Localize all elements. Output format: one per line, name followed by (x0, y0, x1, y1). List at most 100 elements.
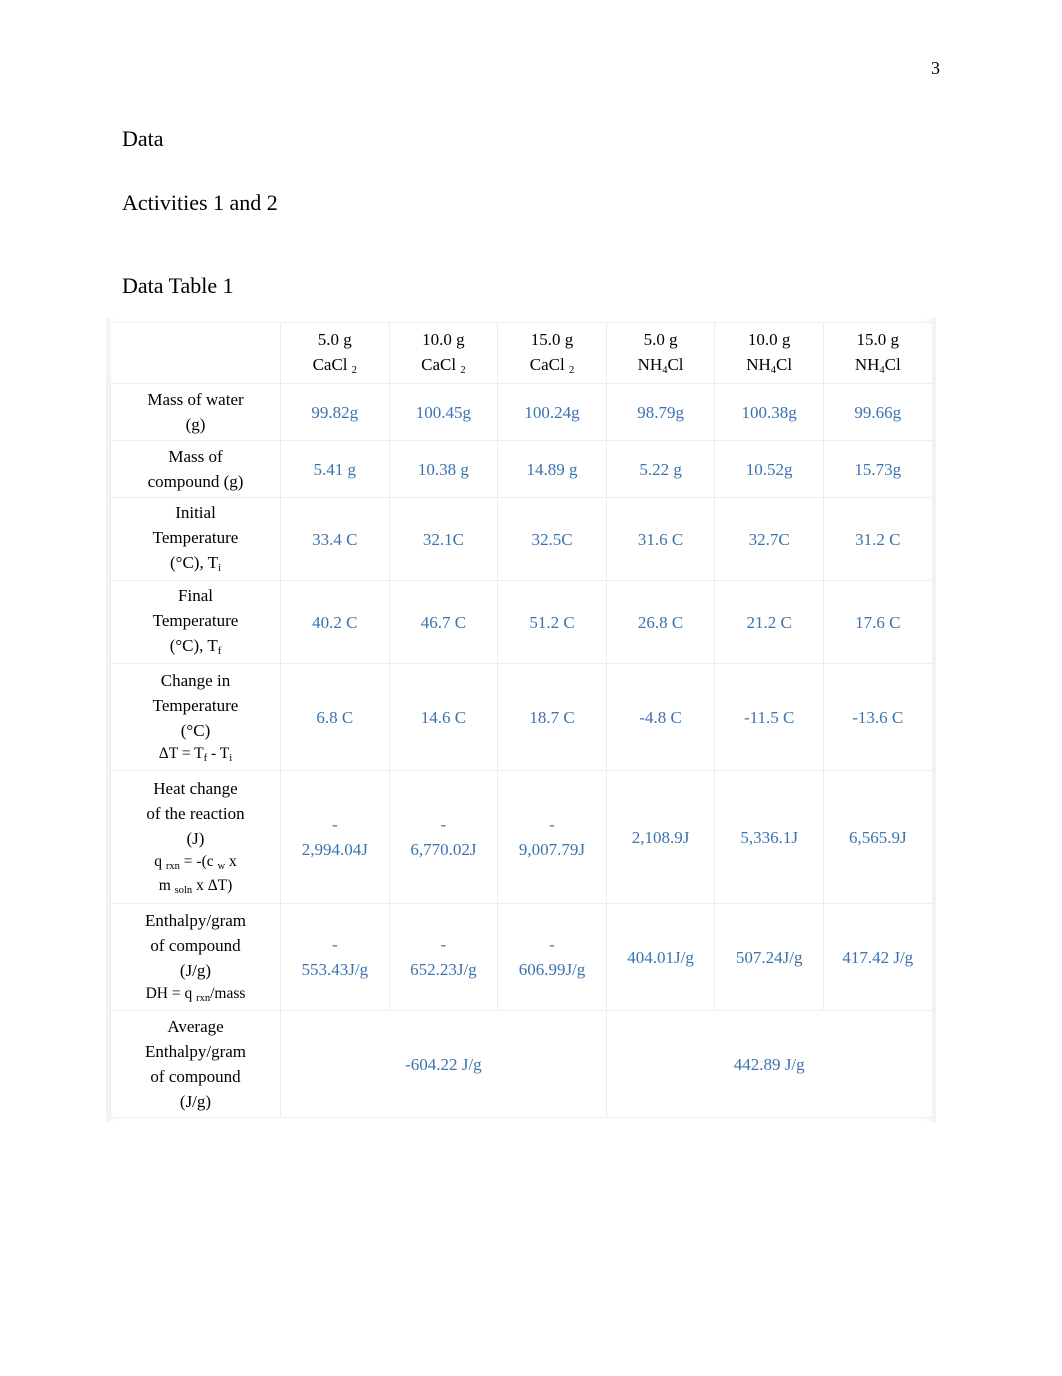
column-header-cacl2-5g: 5.0 g CaCl 2 (280, 322, 390, 384)
subscript-i: i (218, 563, 221, 575)
table-row-average-enthalpy: Average Enthalpy/gram of compound (J/g) … (110, 1010, 933, 1118)
header-subscript: 4 (662, 364, 668, 376)
cell-value: 31.2 C (822, 497, 933, 581)
row-label-line: Mass of (168, 447, 223, 466)
row-label-line: of the reaction (146, 803, 245, 823)
cell-value: 51.2 C (497, 580, 607, 664)
row-label: Mass of water (g) (110, 383, 281, 441)
cell-value: 17.6 C (822, 580, 933, 664)
table-row-change-in-temperature: Change in Temperature (°C) ΔT = Tf - Ti … (110, 663, 933, 771)
cell-value: 18.7 C (497, 663, 607, 771)
column-header-cacl2-10g: 10.0 g CaCl 2 (388, 322, 499, 384)
subscript-f: f (203, 752, 208, 764)
row-label: Mass of compound (g) (110, 440, 281, 498)
cell-value: -11.5 C (714, 663, 824, 771)
header-amount: 10.0 g (747, 329, 791, 349)
table-corner-cell (110, 322, 281, 384)
table-header-row: 5.0 g CaCl 2 10.0 g CaCl 2 15.0 g CaCl 2… (110, 322, 933, 384)
cell-value: 404.01J/g (605, 903, 716, 1011)
table-row-final-temperature: Final Temperature (°C), Tf 40.2 C 46.7 C… (110, 580, 933, 664)
cell-value: 6,565.9J (822, 770, 933, 904)
table-row-mass-of-water: Mass of water (g) 99.82g 100.45g 100.24g… (110, 383, 933, 441)
row-label: Average Enthalpy/gram of compound (J/g) (110, 1010, 281, 1118)
row-label-line: Mass of water (147, 390, 244, 409)
subscript-rxn: rxn (196, 992, 211, 1004)
row-label-line: Temperature (152, 528, 239, 547)
cell-value: -4.8 C (605, 663, 716, 771)
cell-value: 32.5C (497, 497, 607, 581)
heading-data-table-1: Data Table 1 (122, 273, 234, 298)
cell-value: 21.2 C (714, 580, 824, 664)
cell-value: 5.41 g (280, 440, 390, 498)
page-number: 3 (931, 58, 940, 78)
row-label-line: Final (178, 586, 213, 605)
cell-value: 15.73g (822, 440, 933, 498)
subscript-w: w (217, 860, 226, 872)
header-compound: NH (746, 354, 771, 374)
cell-value: 507.24J/g (714, 903, 824, 1011)
cell-value: 26.8 C (605, 580, 716, 664)
header-subscript: 2 (568, 364, 575, 376)
subscript-soln: soln (174, 884, 193, 896)
header-amount: 10.0 g (422, 329, 465, 349)
formula-dh: DH = q rxn/mass (145, 984, 246, 1004)
column-header-nh4cl-5g: 5.0 g NH4Cl (605, 322, 716, 384)
header-compound: CaCl (312, 354, 348, 374)
header-compound: CaCl (529, 354, 565, 374)
cell-value: -6,770.02J (388, 770, 499, 904)
row-label-line-formula: (°C), Tf (169, 636, 222, 658)
header-compound: NH (854, 354, 880, 374)
row-label: Change in Temperature (°C) ΔT = Tf - Ti (110, 663, 281, 771)
header-suffix: Cl (667, 354, 684, 374)
row-label-line: Temperature (152, 611, 239, 630)
data-table-1: 5.0 g CaCl 2 10.0 g CaCl 2 15.0 g CaCl 2… (110, 322, 933, 1118)
row-label-line: (J/g) (179, 960, 212, 980)
header-subscript: 4 (879, 364, 885, 376)
column-header-nh4cl-15g: 15.0 g NH4Cl (822, 322, 933, 384)
cell-value: 5,336.1J (714, 770, 824, 904)
cell-value: 14.89 g (497, 440, 607, 498)
row-label-line: Enthalpy/gram (144, 910, 247, 930)
cell-value: -2,994.04J (280, 770, 390, 904)
cell-value: 417.42 J/g (822, 903, 933, 1011)
header-subscript: 4 (770, 364, 777, 376)
row-label: Initial Temperature (°C), Ti (110, 497, 281, 581)
cell-average-nh4cl: 442.89 J/g (605, 1010, 933, 1118)
cell-value: -606.99J/g (497, 903, 607, 1011)
cell-value: -9,007.79J (497, 770, 607, 904)
cell-value: 100.38g (714, 383, 824, 441)
row-label: Enthalpy/gram of compound (J/g) DH = q r… (110, 903, 281, 1011)
cell-value: 5.22 g (605, 440, 716, 498)
row-label-line: Heat change (153, 778, 238, 798)
header-subscript: 2 (351, 364, 358, 376)
data-table-1-container: 5.0 g CaCl 2 10.0 g CaCl 2 15.0 g CaCl 2… (106, 318, 936, 1122)
row-label-line: (J/g) (179, 1092, 212, 1111)
formula-q-rxn-line1: q rxn = -(c w x (154, 852, 237, 872)
heading-activities: Activities 1 and 2 (122, 190, 278, 215)
cell-value: 46.7 C (388, 580, 499, 664)
row-label-line: of compound (150, 935, 241, 955)
header-compound: CaCl (421, 354, 457, 374)
cell-value: 31.6 C (605, 497, 716, 581)
cell-value: 33.4 C (280, 497, 390, 581)
heading-data: Data (122, 126, 164, 151)
cell-value: 32.7C (714, 497, 824, 581)
cell-value: 32.1C (388, 497, 499, 581)
row-label: Final Temperature (°C), Tf (110, 580, 281, 664)
row-label-line: Temperature (152, 695, 239, 715)
formula-delta-t: ΔT = Tf - Ti (158, 744, 233, 764)
row-label-line: Average (167, 1017, 224, 1036)
header-amount: 5.0 g (317, 329, 352, 349)
header-suffix: Cl (776, 354, 793, 374)
header-compound: NH (637, 354, 663, 374)
row-label-line: Enthalpy/gram (144, 1042, 247, 1061)
table-row-heat-change: Heat change of the reaction (J) q rxn = … (110, 770, 933, 904)
cell-average-cacl2: -604.22 J/g (280, 1010, 607, 1118)
subscript-f: f (217, 646, 222, 658)
cell-value: 40.2 C (280, 580, 390, 664)
cell-value: 10.52g (714, 440, 824, 498)
cell-value: -652.23J/g (388, 903, 499, 1011)
row-label-line-formula: (°C), Ti (170, 553, 221, 575)
